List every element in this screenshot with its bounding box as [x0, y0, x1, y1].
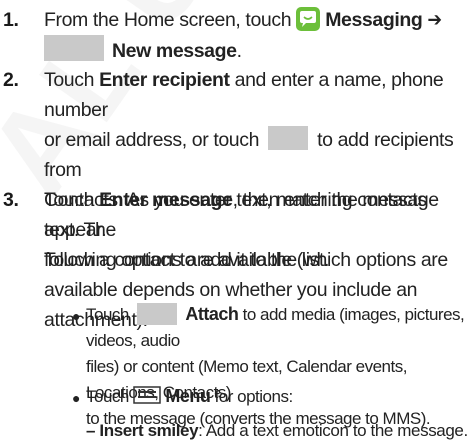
insert-smiley-label: Insert smiley [99, 421, 199, 440]
step-number: 1. [3, 9, 19, 31]
step-number: 3. [3, 189, 19, 211]
step-text: From the Home screen, touch Messaging ➔ … [44, 5, 470, 66]
messaging-label: Messaging [325, 9, 423, 31]
punctuation: . [236, 40, 242, 62]
new-message-icon [44, 35, 104, 61]
new-message-label: New message [112, 40, 237, 62]
step-text-pre: From the Home screen, touch [44, 9, 292, 31]
menu-label: Menu [165, 386, 211, 406]
step-text-line: or email address, or touch [44, 129, 260, 151]
sub-option-insert-smiley: – Insert smiley: Add a text emoticon to … [86, 418, 472, 444]
option-pre: Touch [86, 305, 129, 324]
sub-option-rest: : Add a text emoticon to the message. [198, 421, 468, 440]
bullet: ● [72, 390, 81, 406]
step-text-pre: Touch [44, 69, 95, 91]
attach-label: Attach [185, 304, 239, 324]
step-text-pre: Touch [44, 189, 95, 211]
step-text-line: following options are available (which o… [44, 249, 448, 271]
enter-message-label: Enter message [99, 189, 233, 211]
step-text-line: available depends on whether you include… [44, 279, 418, 301]
enter-recipient-label: Enter recipient [99, 69, 230, 91]
messaging-app-icon [296, 7, 321, 31]
arrow: ➔ [427, 9, 442, 31]
option-rest: for options: [214, 387, 294, 406]
option-text: Touch Attach to add media (images, pictu… [86, 301, 472, 432]
contacts-icon [268, 126, 309, 150]
option-pre: Touch [86, 387, 129, 406]
step-number: 2. [3, 69, 19, 91]
attach-icon [137, 303, 178, 325]
bullet: ● [72, 308, 81, 324]
dash: – [86, 421, 96, 440]
menu-icon [133, 386, 161, 404]
option-text: Touch Menu for options: [86, 383, 472, 410]
